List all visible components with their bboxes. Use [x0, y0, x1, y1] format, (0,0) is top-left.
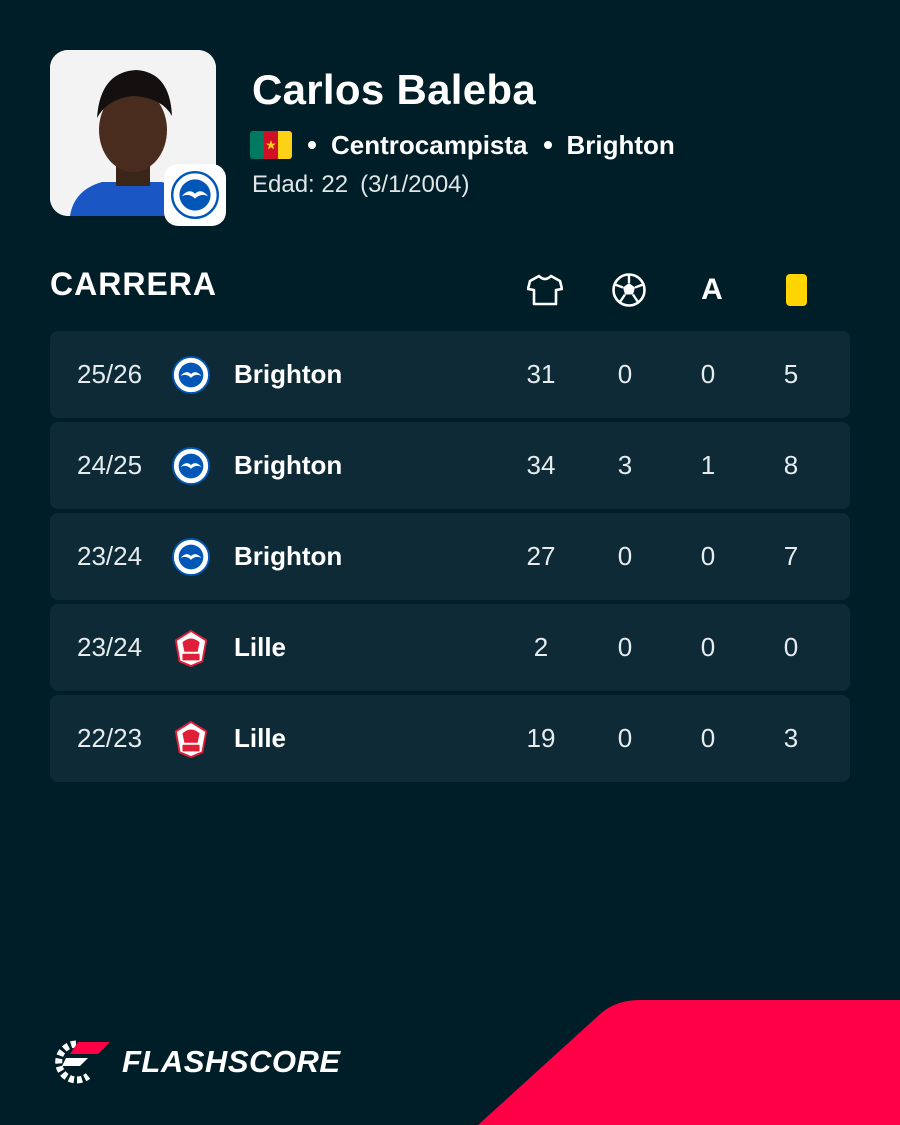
team-name: Brighton	[234, 541, 343, 571]
lille-crest-icon	[174, 720, 208, 758]
career-row: 24/25 Brighton 34 3 1 8	[50, 422, 850, 509]
flashscore-mark-icon	[55, 1040, 110, 1084]
brighton-crest-icon	[171, 171, 219, 219]
career-row: 23/24 Lille 2 0 0 0	[50, 604, 850, 691]
assists-value: 0	[700, 541, 716, 571]
team-name: Lille	[234, 632, 287, 662]
goals-ball-icon	[609, 270, 649, 310]
career-row: 23/24 Brighton 27 0 0 7	[50, 513, 850, 600]
goals-value: 3	[617, 450, 633, 480]
flashscore-logo: FLASHSCORE	[48, 1038, 341, 1086]
appearances-shirt-icon	[525, 270, 565, 310]
yellow-cards-value: 3	[783, 723, 799, 753]
goals-value: 0	[617, 723, 633, 753]
season: 25/26	[77, 359, 143, 389]
yellow-cards-value: 0	[783, 632, 799, 662]
cameroon-flag-icon	[250, 131, 292, 159]
brand-name: FLASHSCORE	[122, 1044, 341, 1079]
brighton-crest-icon	[172, 447, 210, 485]
season: 23/24	[77, 632, 143, 662]
season: 24/25	[77, 450, 143, 480]
appearances-value: 34	[526, 450, 556, 480]
season: 22/23	[77, 723, 143, 753]
yellow-card-icon	[776, 270, 816, 310]
player-name: Carlos Baleba	[252, 66, 537, 113]
assists-value: 0	[700, 723, 716, 753]
yellow-cards-value: 8	[783, 450, 799, 480]
career-title: CARRERA	[50, 266, 217, 302]
player-position: Centrocampista	[331, 129, 528, 160]
assists-value: 0	[700, 632, 716, 662]
brighton-crest-icon	[172, 356, 210, 394]
lille-crest-icon	[174, 629, 208, 667]
appearances-value: 19	[526, 723, 556, 753]
age-text: Edad: 22	[252, 171, 349, 198]
season: 23/24	[77, 541, 143, 571]
brighton-crest-icon	[172, 538, 210, 576]
goals-value: 0	[617, 359, 633, 389]
club-badge	[164, 164, 226, 226]
player-age: Edad: 22 (3/1/2004)	[252, 171, 470, 199]
assists-value: 1	[700, 450, 716, 480]
assists-value: 0	[700, 359, 716, 389]
goals-value: 0	[617, 632, 633, 662]
player-team: Brighton	[566, 129, 675, 160]
appearances-value: 31	[526, 359, 556, 389]
separator-dot	[308, 141, 316, 149]
appearances-value: 2	[533, 632, 549, 662]
separator-dot	[543, 141, 552, 149]
birthdate-text: (3/1/2004)	[360, 171, 470, 198]
career-row: 25/26 Brighton 31 0 0 5	[50, 331, 850, 418]
yellow-cards-value: 7	[783, 541, 799, 571]
team-name: Lille	[234, 723, 287, 753]
career-table: 25/26 Brighton 31 0 0 5 24/25 Brighton 3…	[50, 331, 850, 786]
team-name: Brighton	[234, 450, 343, 480]
goals-value: 0	[617, 541, 633, 571]
yellow-cards-value: 5	[783, 359, 799, 389]
player-meta: Centrocampista Brighton	[250, 130, 675, 160]
assists-column-label: A	[701, 273, 723, 306]
career-row: 22/23 Lille 19 0 0 3	[50, 695, 850, 782]
team-name: Brighton	[234, 359, 343, 389]
appearances-value: 27	[526, 541, 556, 571]
